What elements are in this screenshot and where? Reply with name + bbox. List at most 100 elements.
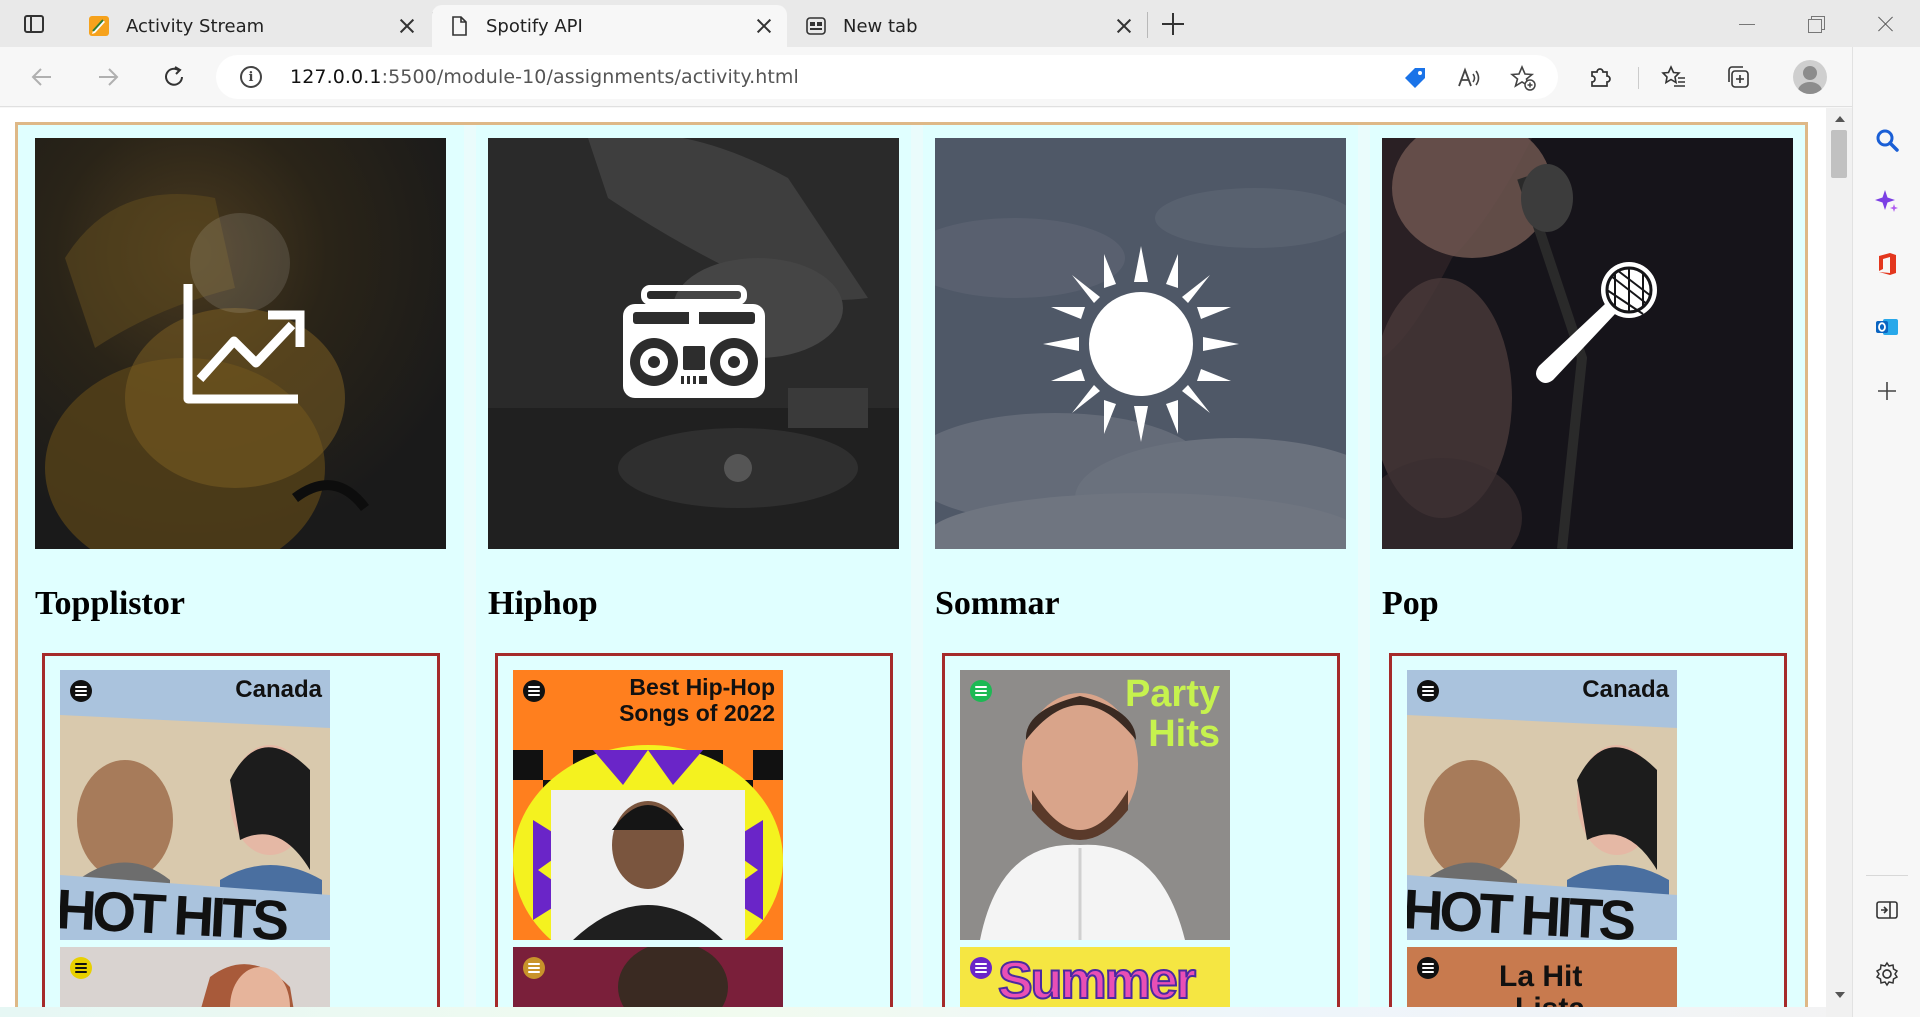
toolbar-divider bbox=[1638, 67, 1639, 89]
spotify-logo-icon bbox=[1417, 680, 1439, 702]
favorites-icon bbox=[1661, 65, 1685, 87]
cover-label: Canada bbox=[1582, 676, 1669, 703]
boombox-icon bbox=[622, 284, 765, 398]
browser-toolbar: i 127.0.0.1:5500/module-10/assignments/a… bbox=[0, 47, 1920, 107]
office-icon[interactable] bbox=[1873, 250, 1901, 278]
close-window-button[interactable] bbox=[1872, 10, 1900, 38]
spotify-logo-icon bbox=[970, 957, 992, 979]
playlist-cover[interactable]: Best Hip-Hop Songs of 2022 bbox=[513, 670, 783, 940]
playlist-cover[interactable]: Party Hits bbox=[960, 670, 1230, 940]
tab-label: Spotify API bbox=[486, 15, 583, 37]
spotify-logo-icon bbox=[523, 680, 545, 702]
page-bottom-edge bbox=[0, 1007, 1852, 1017]
add-sidebar-app-icon[interactable] bbox=[1873, 377, 1901, 405]
category-card-sommar[interactable]: Sommar Party Hits Summer bbox=[923, 125, 1369, 1017]
category-image[interactable] bbox=[488, 138, 899, 549]
tab-label: New tab bbox=[843, 15, 918, 37]
spotify-logo-icon bbox=[70, 680, 92, 702]
coupon-tag-icon[interactable] bbox=[1402, 65, 1428, 91]
hide-sidebar-icon[interactable] bbox=[1873, 896, 1901, 924]
url-text[interactable]: 127.0.0.1:5500/module-10/assignments/act… bbox=[290, 66, 799, 88]
category-title: Pop bbox=[1382, 585, 1439, 622]
url-host: 127.0.0.1 bbox=[290, 66, 382, 88]
restore-button[interactable] bbox=[1803, 10, 1831, 38]
page-favicon-icon bbox=[452, 16, 467, 36]
playlist-list: Canada HOT HITS bbox=[42, 653, 440, 1017]
collections-icon bbox=[1728, 66, 1749, 88]
url-path: :5500/module-10/assignments/activity.htm… bbox=[381, 66, 799, 88]
sun-icon bbox=[1042, 245, 1239, 442]
playlist-cover[interactable]: Canada HOT HITS bbox=[60, 670, 330, 940]
copilot-sparkle-icon[interactable] bbox=[1873, 187, 1901, 215]
close-tab-icon[interactable] bbox=[755, 17, 773, 35]
browser-titlebar: Activity Stream Spotify API New tab bbox=[0, 0, 1920, 47]
add-favorite-icon[interactable] bbox=[1510, 65, 1536, 91]
reload-icon bbox=[165, 66, 183, 86]
scroll-thumb[interactable] bbox=[1831, 130, 1847, 178]
cover-label-line1: La Hit bbox=[1499, 960, 1583, 993]
address-bar[interactable]: i 127.0.0.1:5500/module-10/assignments/a… bbox=[216, 55, 1558, 99]
spotify-logo-icon bbox=[523, 957, 545, 979]
playlist-cover[interactable]: Canada HOT HITS bbox=[1407, 670, 1677, 940]
tab-new-tab[interactable]: New tab bbox=[789, 5, 1147, 47]
close-tab-icon[interactable] bbox=[398, 17, 416, 35]
page-scrollbar[interactable] bbox=[1826, 108, 1852, 1017]
profile-avatar[interactable] bbox=[1793, 60, 1827, 94]
tab-divider bbox=[1147, 12, 1148, 38]
chart-trend-icon bbox=[183, 283, 304, 403]
category-card-pop[interactable]: Pop Canada HOT HITS La Hit Lista bbox=[1370, 125, 1816, 1017]
cover-big-text: HOT HITS bbox=[60, 877, 287, 940]
minimize-button[interactable] bbox=[1733, 10, 1761, 38]
playlist-list: Canada HOT HITS La Hit Lista bbox=[1389, 653, 1787, 1017]
tab-label: Activity Stream bbox=[126, 15, 265, 37]
sidebar-divider bbox=[1866, 875, 1908, 876]
category-card-hiphop[interactable]: Hiphop Best Hip-Hop Songs of 2022 bbox=[476, 125, 922, 1017]
outlook-icon[interactable] bbox=[1873, 313, 1901, 341]
new-tab-favicon-icon bbox=[806, 17, 826, 35]
puzzle-icon bbox=[1591, 68, 1611, 87]
tab-actions-icon[interactable] bbox=[14, 10, 54, 38]
notes-favicon-icon bbox=[89, 16, 109, 36]
arrow-left-icon bbox=[31, 68, 51, 86]
cover-label-line2: Hits bbox=[1148, 713, 1220, 755]
search-icon[interactable] bbox=[1873, 126, 1901, 154]
sidebar-settings-gear-icon[interactable] bbox=[1873, 960, 1901, 988]
page-viewport: Topplistor Canada HOT HITS Hiphop Best H… bbox=[0, 108, 1852, 1017]
category-card-topplistor[interactable]: Topplistor Canada HOT HITS bbox=[18, 125, 464, 1017]
cover-label-line1: Party bbox=[1124, 673, 1220, 715]
microphone-icon bbox=[1535, 261, 1657, 383]
reload-button[interactable] bbox=[158, 61, 190, 93]
favorites-button[interactable] bbox=[1658, 61, 1690, 93]
read-aloud-icon[interactable] bbox=[1456, 65, 1482, 91]
back-button[interactable] bbox=[26, 61, 58, 93]
extensions-button[interactable] bbox=[1584, 61, 1616, 93]
tab-spotify-api[interactable]: Spotify API bbox=[432, 5, 787, 47]
cover-label-line2: Songs of 2022 bbox=[619, 700, 775, 726]
category-title: Hiphop bbox=[488, 585, 598, 622]
cover-label-line1: Best Hip-Hop bbox=[629, 674, 775, 700]
cover-big-text: Summer bbox=[997, 951, 1197, 1011]
collections-button[interactable] bbox=[1722, 61, 1754, 93]
cover-label: Canada bbox=[235, 676, 322, 703]
categories-container: Topplistor Canada HOT HITS Hiphop Best H… bbox=[15, 122, 1808, 1017]
tab-activity-stream[interactable]: Activity Stream bbox=[72, 5, 430, 47]
edge-sidebar bbox=[1852, 47, 1920, 1017]
site-info-icon[interactable]: i bbox=[240, 66, 262, 88]
spotify-logo-icon bbox=[70, 957, 92, 979]
playlist-list: Party Hits Summer bbox=[942, 653, 1340, 1017]
column-gutter bbox=[464, 125, 476, 1017]
category-title: Sommar bbox=[935, 585, 1060, 622]
new-tab-button[interactable] bbox=[1159, 10, 1187, 38]
scroll-down-arrow-icon[interactable] bbox=[1835, 992, 1845, 998]
spotify-logo-icon bbox=[970, 680, 992, 702]
playlist-list: Best Hip-Hop Songs of 2022 bbox=[495, 653, 893, 1017]
category-image[interactable] bbox=[935, 138, 1346, 549]
scroll-up-arrow-icon[interactable] bbox=[1835, 116, 1845, 122]
forward-button[interactable] bbox=[92, 61, 124, 93]
category-image[interactable] bbox=[1382, 138, 1793, 549]
close-tab-icon[interactable] bbox=[1115, 17, 1133, 35]
category-image[interactable] bbox=[35, 138, 446, 549]
cover-big-text: HOT HITS bbox=[1407, 877, 1634, 940]
spotify-logo-icon bbox=[1417, 957, 1439, 979]
category-title: Topplistor bbox=[35, 585, 185, 622]
